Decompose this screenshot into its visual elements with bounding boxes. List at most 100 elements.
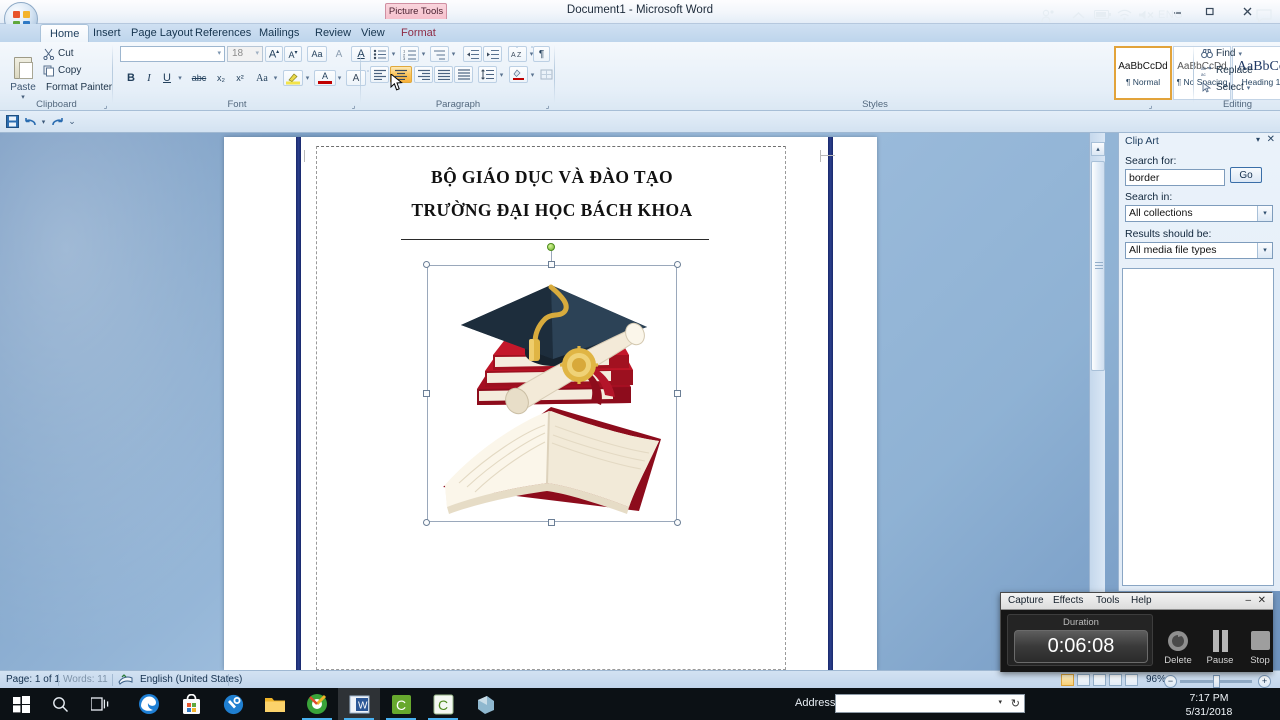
view-web-layout-button[interactable] (1093, 674, 1106, 686)
paste-button[interactable]: Paste ▾ (6, 45, 40, 101)
input-language-indicator[interactable]: ENG (1158, 9, 1183, 21)
redo-icon[interactable] (50, 114, 64, 129)
zoom-level[interactable]: 96% (1146, 674, 1166, 685)
taskbar-app-edge[interactable] (128, 688, 170, 720)
taskbar-app-tools[interactable] (212, 688, 254, 720)
font-color-button[interactable]: A (314, 70, 336, 86)
bullets-button[interactable] (370, 46, 389, 62)
align-right-button[interactable] (414, 66, 433, 83)
undo-dropdown-icon[interactable]: ▾ (39, 114, 48, 129)
recorder-pause-button[interactable]: Pause (1201, 616, 1239, 666)
battery-icon[interactable] (1093, 9, 1112, 23)
align-left-button[interactable] (370, 66, 389, 83)
bold-button[interactable]: B (123, 70, 139, 86)
show-hidden-icons-icon[interactable] (1072, 9, 1085, 23)
screen-recorder-overlay[interactable]: Capture Effects Tools Help – ✕ Duration … (1000, 592, 1273, 672)
clock[interactable]: 7:17 PM 5/31/2018 (1178, 691, 1240, 719)
zoom-out-button[interactable]: − (1164, 675, 1177, 688)
font-name-dropdown-icon[interactable]: ▾ (217, 49, 221, 57)
select-button[interactable]: Select ▾ (1200, 80, 1272, 95)
sort-button[interactable]: AZ (508, 46, 527, 62)
document-page[interactable]: BỘ GIÁO DỤC VÀ ĐÀO TẠO TRƯỜNG ĐẠI HỌC BÁ… (224, 137, 877, 670)
decrease-indent-button[interactable] (463, 46, 482, 62)
text-highlight-button[interactable] (283, 70, 303, 86)
resize-handle-top-right[interactable] (674, 261, 681, 268)
recorder-stop-button[interactable]: Stop (1241, 616, 1279, 666)
vertical-scrollbar[interactable]: ▴ ▾ (1089, 133, 1105, 670)
distributed-button[interactable] (454, 66, 473, 83)
find-button[interactable]: Find ▾ (1200, 46, 1272, 61)
view-outline-button[interactable] (1109, 674, 1122, 686)
scrollbar-thumb[interactable] (1091, 161, 1105, 371)
start-icon[interactable] (9, 692, 33, 716)
recorder-menu-tools[interactable]: Tools (1096, 595, 1119, 606)
grow-font-button[interactable]: A▴ (265, 46, 283, 62)
taskbar-app-store[interactable] (170, 688, 212, 720)
change-case-button[interactable]: Aa (307, 46, 327, 62)
clip-art-results-area[interactable] (1122, 268, 1274, 586)
search-icon[interactable] (48, 692, 72, 716)
taskbar-app-camtasia-editor[interactable]: C (422, 688, 464, 720)
clip-art-search-input[interactable]: border (1125, 169, 1225, 186)
proofing-status-icon[interactable] (118, 674, 134, 689)
customize-qat-icon[interactable]: ⌄ (66, 114, 78, 129)
task-view-icon[interactable] (88, 692, 112, 716)
resize-handle-bottom-center[interactable] (548, 519, 555, 526)
action-center-icon[interactable] (1256, 9, 1272, 26)
scroll-up-arrow-icon[interactable]: ▴ (1091, 142, 1105, 156)
document-heading-line-1[interactable]: BỘ GIÁO DỤC VÀ ĐÀO TẠO (317, 167, 787, 188)
text-content-frame[interactable]: BỘ GIÁO DỤC VÀ ĐÀO TẠO TRƯỜNG ĐẠI HỌC BÁ… (316, 146, 786, 670)
change-case-dropdown-icon[interactable]: ▾ (271, 70, 280, 86)
bullets-dropdown-icon[interactable]: ▾ (389, 46, 398, 62)
maximize-button[interactable] (1194, 1, 1224, 21)
increase-indent-button[interactable] (483, 46, 502, 62)
clip-art-go-button[interactable]: Go (1230, 167, 1262, 183)
document-heading-line-2[interactable]: TRƯỜNG ĐẠI HỌC BÁCH KHOA (317, 200, 787, 221)
resize-handle-top-center[interactable] (548, 261, 555, 268)
recorder-menu-help[interactable]: Help (1131, 595, 1152, 606)
shading-dropdown-icon[interactable]: ▾ (528, 66, 537, 83)
undo-icon[interactable] (24, 114, 38, 129)
cut-button[interactable]: Cut (42, 46, 108, 61)
view-draft-button[interactable] (1125, 674, 1138, 686)
taskbar-app-recorder[interactable] (296, 688, 338, 720)
tab-home[interactable]: Home (40, 24, 90, 42)
underline-button[interactable]: U (159, 70, 175, 86)
font-name-input[interactable]: ▾ (120, 46, 225, 62)
network-icon[interactable] (1117, 9, 1132, 24)
selected-picture[interactable] (423, 243, 681, 526)
address-refresh-icon[interactable]: ↻ (1011, 697, 1020, 710)
resize-handle-bottom-left[interactable] (423, 519, 430, 526)
save-icon[interactable] (4, 114, 20, 129)
tab-format[interactable]: Format (392, 24, 445, 42)
taskbar-app-unity[interactable] (464, 688, 506, 720)
recorder-delete-button[interactable]: Delete (1159, 616, 1197, 666)
address-dropdown-icon[interactable]: ▾ (998, 698, 1002, 706)
multilevel-list-dropdown-icon[interactable]: ▾ (449, 46, 458, 62)
resize-handle-top-left[interactable] (423, 261, 430, 268)
font-size-dropdown-icon[interactable]: ▾ (255, 49, 259, 57)
search-in-chevron-icon[interactable]: ▾ (1257, 206, 1272, 221)
font-size-input[interactable]: 18 ▾ (227, 46, 263, 62)
change-case-2-button[interactable]: Aa (252, 70, 272, 86)
clipboard-dialog-launcher[interactable]: ⌟ (101, 101, 110, 110)
style-tile[interactable]: AaBbCcDd ¶ Normal (1114, 46, 1172, 100)
tab-mailings[interactable]: Mailings (250, 24, 308, 42)
recorder-menu-capture[interactable]: Capture (1008, 595, 1044, 606)
show-formatting-marks-button[interactable]: ¶ (533, 46, 550, 62)
word-count[interactable]: Words: 11 (63, 674, 108, 685)
recorder-close-button[interactable]: ✕ (1258, 595, 1266, 606)
paragraph-dialog-launcher[interactable]: ⌟ (543, 101, 552, 110)
taskbar-app-file-explorer[interactable] (254, 688, 296, 720)
search-in-select[interactable]: All collections ▾ (1125, 205, 1273, 222)
results-type-select[interactable]: All media file types ▾ (1125, 242, 1273, 259)
resize-handle-middle-right[interactable] (674, 390, 681, 397)
underline-dropdown-icon[interactable]: ▾ (175, 70, 185, 86)
resize-handle-middle-left[interactable] (423, 390, 430, 397)
replace-button[interactable]: ab ac Replace (1200, 63, 1272, 78)
address-bar-input[interactable]: ▾ ↻ (835, 694, 1025, 713)
taskbar-app-camtasia[interactable]: C (380, 688, 422, 720)
line-spacing-button[interactable] (478, 66, 497, 83)
zoom-in-button[interactable]: + (1258, 675, 1271, 688)
zoom-slider-thumb[interactable] (1213, 675, 1220, 688)
